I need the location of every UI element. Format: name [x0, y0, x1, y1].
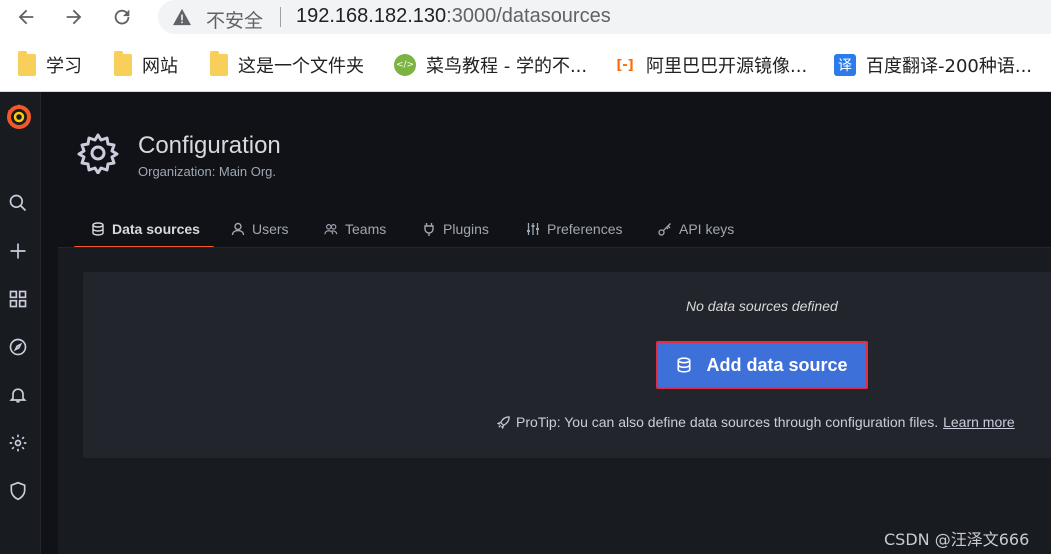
tab-plugins[interactable]: Plugins [422, 210, 489, 248]
empty-state-title: No data sources defined [686, 298, 838, 314]
page-title: Configuration [138, 132, 281, 159]
gear-icon[interactable] [6, 431, 30, 455]
search-icon[interactable] [6, 191, 30, 215]
database-icon [677, 357, 691, 373]
tab-data-sources[interactable]: Data sources [91, 210, 200, 248]
grafana-logo-icon[interactable] [4, 102, 34, 132]
tab-label: Teams [345, 221, 387, 237]
browser-toolbar: 不安全 192.168.182.130:3000/datasources [0, 0, 1051, 36]
protip-text: ProTip: You can also define data sources… [516, 414, 939, 430]
add-data-source-button[interactable]: Add data source [658, 343, 866, 387]
dashboards-icon[interactable] [6, 287, 30, 311]
key-icon [658, 223, 671, 236]
plus-icon[interactable] [6, 239, 30, 263]
tab-api-keys[interactable]: API keys [658, 210, 734, 248]
baidu-translate-icon: 译 [834, 54, 856, 76]
protip: ProTip: You can also define data sources… [496, 414, 1015, 430]
forward-button[interactable] [60, 4, 88, 30]
bookmark-label: 这是一个文件夹 [238, 56, 364, 77]
empty-list-card: No data sources defined Add data source … [83, 272, 1051, 458]
page-subtitle: Organization: Main Org. [138, 164, 277, 179]
add-data-source-label: Add data source [706, 354, 848, 375]
back-button[interactable] [12, 4, 40, 30]
bookmark-label: 阿里巴巴开源镜像... [646, 56, 808, 77]
shield-icon[interactable] [6, 479, 30, 503]
tab-teams[interactable]: Teams [324, 210, 386, 248]
bookmark-label: 百度翻译-200种语... [866, 56, 1033, 77]
bookmark-label: 网站 [142, 56, 178, 77]
url-text[interactable]: 192.168.182.130:3000/datasources [296, 5, 611, 28]
bookmark-label: 菜鸟教程 - 学的不... [426, 56, 588, 77]
bell-icon[interactable] [6, 383, 30, 407]
reload-button[interactable] [108, 4, 136, 30]
runoob-icon: </> [394, 54, 416, 76]
plug-icon [424, 223, 434, 236]
datasources-panel: No data sources defined Add data source … [58, 248, 1051, 554]
arrow-right-icon [66, 9, 82, 25]
tab-label: Users [252, 221, 289, 237]
user-icon [231, 222, 245, 236]
sliders-icon [527, 223, 539, 235]
grafana-app: Configuration Organization: Main Org. Da… [0, 92, 1051, 554]
tab-label: API keys [679, 221, 735, 237]
sidebar [0, 92, 41, 554]
bookmark-aliyun[interactable]: [-] 阿里巴巴开源镜像... [614, 52, 807, 78]
address-divider [280, 7, 281, 27]
compass-icon[interactable] [6, 335, 30, 359]
watermark: CSDN @汪泽文666 [884, 530, 1030, 549]
tab-users[interactable]: Users [231, 210, 289, 248]
database-icon [92, 222, 104, 236]
arrow-left-icon [18, 9, 34, 25]
folder-icon [114, 51, 132, 76]
tab-label: Data sources [112, 221, 200, 237]
users-icon [324, 224, 338, 235]
tab-label: Plugins [443, 221, 489, 237]
bookmark-folder[interactable]: 这是一个文件夹 [210, 51, 364, 78]
aliyun-icon: [-] [616, 57, 634, 73]
bookmark-baidu-translate[interactable]: 译 百度翻译-200种语... [834, 52, 1032, 78]
bookmark-label: 学习 [46, 56, 82, 77]
bookmark-study[interactable]: 学习 [18, 51, 82, 78]
bookmark-websites[interactable]: 网站 [114, 51, 178, 78]
url-path: :3000/datasources [446, 5, 611, 27]
tab-preferences[interactable]: Preferences [526, 210, 622, 248]
reload-icon [114, 9, 130, 25]
rocket-icon [497, 415, 510, 429]
learn-more-link[interactable]: Learn more [943, 414, 1015, 430]
warning-icon [173, 8, 191, 26]
main-content: Configuration Organization: Main Org. Da… [41, 92, 1051, 554]
configuration-gear-icon [77, 133, 119, 174]
tab-label: Preferences [547, 221, 623, 237]
security-label[interactable]: 不安全 [206, 6, 263, 33]
bookmark-runoob[interactable]: </> 菜鸟教程 - 学的不... [394, 52, 587, 78]
url-host: 192.168.182.130 [296, 5, 447, 27]
folder-icon [18, 51, 36, 76]
folder-icon [210, 51, 228, 76]
bookmarks-bar: 学习 网站 这是一个文件夹 </> 菜鸟教程 - 学的不... [-] 阿里巴巴… [0, 36, 1051, 92]
